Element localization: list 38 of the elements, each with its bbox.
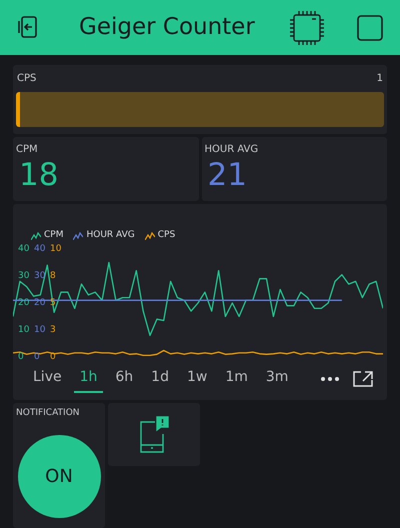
chip-icon[interactable]: [289, 10, 325, 46]
legend-label: CPS: [158, 229, 176, 242]
legend-label: CPM: [44, 229, 64, 242]
axis-tick-label: 40: [18, 244, 30, 254]
toggle-button[interactable]: ON: [18, 434, 100, 518]
gauge-reading: 1: [376, 72, 383, 86]
value-label: HOUR AVG: [204, 143, 260, 157]
legend-line-icon: [73, 232, 84, 240]
stop-icon[interactable]: [357, 14, 383, 40]
axis-tick-label: 3: [50, 324, 56, 335]
app-title: Geiger Counter: [79, 14, 255, 40]
axis-tick-label: 0: [34, 352, 40, 362]
range-tab[interactable]: 1h: [74, 365, 104, 393]
axis-tick-label: 40: [34, 244, 46, 254]
axis-tick-label: 8: [50, 271, 56, 281]
range-tab[interactable]: 6h: [109, 365, 140, 393]
range-tab[interactable]: 1m: [219, 365, 254, 393]
range-tab[interactable]: 1w: [180, 365, 214, 393]
gauge-label: CPS: [17, 72, 36, 86]
axis-tick-label: 20: [18, 298, 30, 308]
value-reading: 21: [208, 157, 248, 193]
axis-tick-label: 0: [18, 352, 24, 362]
phone-alert-icon: [139, 416, 169, 454]
value-reading: 18: [19, 157, 60, 193]
legend-line-icon: [31, 232, 41, 240]
range-tab[interactable]: 1d: [145, 365, 175, 393]
axis-tick-label: 10: [18, 324, 30, 335]
value-label: CPM: [16, 143, 39, 157]
legend-label: HOUR AVG: [86, 229, 135, 242]
notification-label: NOTIFICATION: [16, 407, 80, 420]
more-icon[interactable]: [321, 377, 339, 381]
legend-line-icon: [144, 232, 155, 240]
axis-tick-label: 10: [50, 244, 62, 254]
share-icon[interactable]: [353, 371, 373, 387]
range-tab[interactable]: 3m: [260, 365, 294, 393]
axis-tick-label: 10: [34, 324, 46, 335]
axis-tick-label: 30: [18, 271, 30, 281]
range-tab[interactable]: Live: [27, 365, 68, 393]
